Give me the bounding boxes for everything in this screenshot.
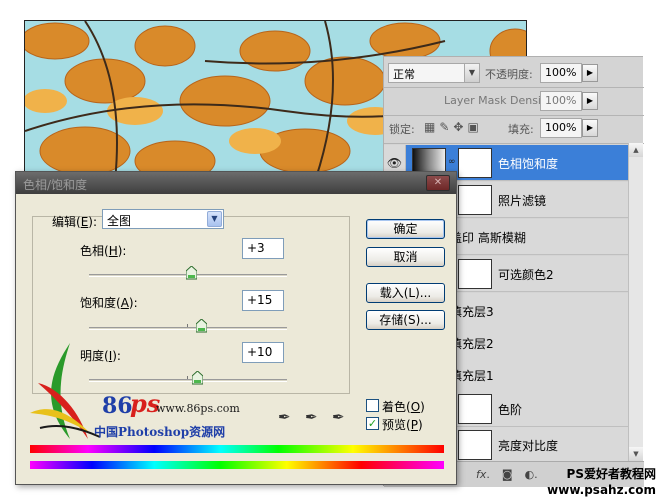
eyedropper-minus-icon[interactable]: ✒ <box>332 408 345 426</box>
layers-scrollbar[interactable]: ▲ ▼ <box>628 143 643 461</box>
link-icon: ∞ <box>448 157 456 167</box>
blend-mode-select[interactable]: 正常 ▼ <box>388 63 480 83</box>
mask-density-value: 100% <box>545 94 577 107</box>
mask-density-label: Layer Mask Density <box>444 94 552 107</box>
lock-icons[interactable]: ▦✎✥▣ <box>424 120 483 134</box>
layer-name: 色阶 <box>498 403 523 417</box>
opacity-value: 100% <box>545 66 577 79</box>
lock-label: 锁定: <box>389 123 415 136</box>
fx-icon[interactable]: fx. <box>476 468 490 481</box>
dialog-title: 色相/饱和度 <box>23 178 88 192</box>
cancel-button[interactable]: 取消 <box>366 247 445 267</box>
edit-select-value: 全图 <box>107 214 132 228</box>
edit-label: 编辑(E): <box>52 215 98 229</box>
color-spectrum-bar <box>30 445 444 453</box>
blend-mode-value: 正常 <box>393 68 415 81</box>
mask-thumbnail <box>458 394 492 424</box>
scroll-down-icon[interactable]: ▼ <box>629 447 643 461</box>
colorize-label: 着色(O) <box>382 400 425 414</box>
layer-name: 可选颜色2 <box>498 268 554 282</box>
fill-label: 填充: <box>508 123 534 136</box>
fill-arrow-button[interactable]: ▶ <box>582 119 598 137</box>
fill-field[interactable]: 100% <box>540 118 582 138</box>
chevron-down-icon: ▼ <box>464 64 479 82</box>
opacity-label: 不透明度: <box>485 68 533 81</box>
site-name: PS爱好者教程网 <box>566 467 656 481</box>
mask-icon[interactable]: ◙ <box>502 468 513 481</box>
mask-thumbnail <box>458 185 492 215</box>
site-watermark: PS爱好者教程网 www.psahz.com <box>547 466 656 498</box>
fill-value: 100% <box>545 121 577 134</box>
adjustment-icon[interactable]: ◐. <box>525 468 538 481</box>
hue-slider-thumb[interactable] <box>186 266 197 280</box>
chevron-down-icon[interactable]: ▼ <box>207 211 222 227</box>
opacity-field[interactable]: 100% <box>540 63 582 83</box>
scroll-up-icon[interactable]: ▲ <box>629 143 643 157</box>
mask-thumbnail <box>458 259 492 289</box>
layer-name: 亮度对比度 <box>498 439 559 453</box>
logo-86ps: 86 ps www.86ps.com 中国Photoshop资源网 <box>30 343 240 443</box>
saturation-label: 饱和度(A): <box>80 296 138 310</box>
hue-label: 色相(H): <box>80 244 127 258</box>
save-button[interactable]: 存储(S)... <box>366 310 445 330</box>
dialog-titlebar[interactable]: 色相/饱和度 ✕ <box>16 172 456 194</box>
logo-number: 86 <box>102 393 133 419</box>
saturation-input[interactable]: +15 <box>242 290 284 311</box>
adjusted-spectrum-bar <box>30 461 444 469</box>
hue-slider[interactable] <box>89 266 287 280</box>
preview-label: 预览(P) <box>382 418 423 432</box>
opacity-arrow-button[interactable]: ▶ <box>582 64 598 82</box>
preview-checkbox[interactable]: ✓ <box>366 417 379 430</box>
ok-button[interactable]: 确定 <box>366 219 445 239</box>
layer-name: 照片滤镜 <box>498 194 547 208</box>
mask-density-arrow-button[interactable]: ▶ <box>582 92 598 110</box>
mask-thumbnail <box>458 148 492 178</box>
edit-select[interactable]: 全图 ▼ <box>102 209 224 229</box>
logo-caption: 中国Photoshop资源网 <box>94 425 226 439</box>
layer-name: 色相饱和度 <box>498 157 559 171</box>
colorize-checkbox[interactable] <box>366 399 379 412</box>
mask-thumbnail <box>458 430 492 460</box>
saturation-slider[interactable] <box>89 319 287 333</box>
eyedropper-plus-icon[interactable]: ✒ <box>305 408 318 426</box>
hue-input[interactable]: +3 <box>242 238 284 259</box>
load-button[interactable]: 载入(L)... <box>366 283 445 303</box>
saturation-slider-thumb[interactable] <box>196 319 207 333</box>
eyedropper-icon[interactable]: ✒ <box>278 408 291 426</box>
lightness-input[interactable]: +10 <box>242 342 284 363</box>
logo-url: www.86ps.com <box>156 402 240 415</box>
mask-density-field[interactable]: 100% <box>540 91 582 111</box>
layer-name: 盖印 高斯模糊 <box>450 231 526 245</box>
site-url: www.psahz.com <box>547 483 656 497</box>
close-icon[interactable]: ✕ <box>426 175 450 191</box>
